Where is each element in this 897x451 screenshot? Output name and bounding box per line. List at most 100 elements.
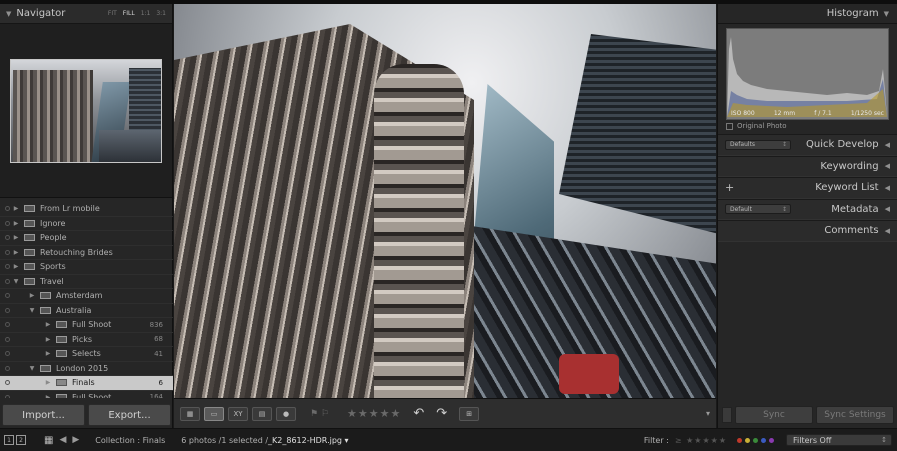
folder-row[interactable]: ▶ Full Shoot 836 [0, 318, 173, 333]
collapsed-triangle-icon[interactable]: ◀ [885, 162, 890, 170]
crop-overlay-button[interactable]: ⊞ [459, 406, 480, 421]
grid-icon[interactable]: ▦ [44, 435, 53, 446]
filename-label[interactable]: _K2_8612-HDR.jpg [268, 436, 342, 445]
preset-select[interactable]: Default [725, 204, 791, 215]
folder-row[interactable]: ▶ Picks 68 [0, 333, 173, 347]
zoom-fill[interactable]: FILL [123, 10, 135, 17]
folder-label: London 2015 [56, 363, 109, 373]
folder-row[interactable]: ▶ Full Shoot 164 [0, 391, 173, 398]
screen-2-button[interactable]: 2 [16, 435, 26, 445]
folder-label: Ignore [40, 218, 66, 228]
panel-section-quick-develop[interactable]: Defaults Quick Develop ◀ [718, 134, 897, 156]
navigator-header[interactable]: ▼ Navigator FIT FILL 1:1 3:1 [0, 4, 172, 24]
sync-button[interactable]: Sync [735, 406, 813, 424]
folder-label: From Lr mobile [40, 204, 100, 214]
collapse-triangle-icon: ▼ [883, 9, 889, 18]
folder-dot-icon [5, 264, 10, 270]
collapsed-triangle-icon[interactable]: ▶ [44, 350, 52, 357]
yellow-label-dot[interactable] [745, 437, 750, 443]
collection-label[interactable]: Collection : Finals [95, 436, 165, 445]
forward-arrow-icon[interactable]: ▶ [72, 435, 79, 445]
folder-row[interactable]: ▶ From Lr mobile [0, 202, 173, 217]
filters-off-dropdown[interactable]: Filters Off [786, 434, 892, 446]
folder-row[interactable]: ▶ Ignore [0, 217, 173, 231]
collapsed-triangle-icon[interactable]: ▶ [44, 379, 52, 386]
zoom-1-1[interactable]: 1:1 [141, 10, 151, 17]
zoom-3-1[interactable]: 3:1 [156, 10, 166, 17]
blue-label-dot[interactable] [761, 437, 766, 443]
grid-view-button[interactable]: ▦ [180, 406, 200, 421]
folder-label: Finals [72, 378, 95, 388]
collapsed-triangle-icon[interactable]: ▶ [28, 292, 36, 299]
panel-section-keyword-list[interactable]: + Keyword List ◀ [718, 177, 897, 199]
panel-section-comments[interactable]: Comments ◀ [718, 220, 897, 242]
collapsed-triangle-icon[interactable]: ▶ [12, 263, 20, 270]
section-label: Comments [824, 225, 879, 237]
original-photo-toggle[interactable]: Original Photo [726, 122, 889, 130]
sync-toggle-switch[interactable] [722, 407, 732, 423]
navigator-thumbnail[interactable] [10, 58, 162, 163]
people-view-button[interactable]: ● [276, 406, 296, 421]
purple-label-dot[interactable] [769, 437, 774, 443]
original-photo-checkbox[interactable] [726, 122, 733, 130]
collapsed-triangle-icon[interactable]: ◀ [885, 205, 890, 213]
collapsed-triangle-icon[interactable]: ◀ [885, 184, 890, 192]
folder-icon [56, 335, 67, 343]
histogram-header[interactable]: Histogram ▼ [718, 4, 897, 24]
panel-section-metadata[interactable]: Default Metadata ◀ [718, 198, 897, 220]
expanded-triangle-icon[interactable]: ▼ [28, 307, 36, 314]
panel-section-keywording[interactable]: Keywording ◀ [718, 155, 897, 177]
folder-row[interactable]: ▶ Amsterdam [0, 289, 173, 304]
color-label-filters[interactable] [737, 437, 774, 443]
collapsed-triangle-icon[interactable]: ▶ [44, 321, 52, 328]
folder-row[interactable]: ▶ People [0, 231, 173, 246]
folder-row[interactable]: ▶ Sports [0, 260, 173, 275]
expanded-triangle-icon[interactable]: ▼ [28, 365, 36, 372]
collapsed-triangle-icon[interactable]: ▶ [44, 394, 52, 398]
rotate-left-icon[interactable]: ↶ [413, 406, 424, 421]
folder-label: Full Shoot [72, 392, 112, 398]
folder-dot-icon [5, 249, 10, 255]
collapsed-triangle-icon[interactable]: ▶ [12, 249, 20, 256]
import-button[interactable]: Import... [2, 404, 85, 426]
filter-stars[interactable]: ≥ ★★★★★ [675, 436, 727, 445]
flag-icons[interactable]: ⚑ ⚐ [310, 409, 329, 419]
sync-settings-button[interactable]: Sync Settings [816, 406, 894, 424]
folder-dot-icon [5, 365, 10, 371]
expanded-triangle-icon[interactable]: ▼ [12, 278, 20, 285]
folder-row[interactable]: ▼ Travel [0, 275, 173, 289]
collapsed-triangle-icon[interactable]: ◀ [885, 141, 890, 149]
red-label-dot[interactable] [737, 437, 742, 443]
folder-icon [24, 263, 35, 271]
folder-row[interactable]: ▼ Australia [0, 304, 173, 318]
folder-row[interactable]: ▶ Retouching Brides [0, 246, 173, 260]
folder-row[interactable]: ▼ London 2015 [0, 362, 173, 376]
collapsed-triangle-icon[interactable]: ▶ [44, 336, 52, 343]
collapsed-triangle-icon[interactable]: ▶ [12, 234, 20, 241]
back-arrow-icon[interactable]: ◀ [59, 435, 66, 445]
navigator-preview[interactable] [0, 24, 172, 198]
preset-select[interactable]: Defaults [725, 139, 791, 150]
main-photo[interactable] [174, 4, 716, 398]
filename-dropdown-icon[interactable]: ▾ [342, 436, 349, 445]
folders-panel: ▶ From Lr mobile ▶ Ignore ▶ People ▶ Retouching… [0, 202, 173, 398]
compare-view-button[interactable]: XY [228, 406, 248, 421]
add-keyword-icon[interactable]: + [725, 181, 734, 194]
star-rating[interactable]: ★★★★★ [347, 407, 401, 420]
folder-row[interactable]: ▶ Finals 6 [0, 376, 173, 391]
collapsed-triangle-icon[interactable]: ▶ [12, 205, 20, 212]
screen-1-button[interactable]: 1 [4, 435, 14, 445]
folder-icon [56, 350, 67, 358]
collapsed-triangle-icon[interactable]: ▶ [12, 220, 20, 227]
section-label: Keyword List [815, 182, 879, 194]
collapsed-triangle-icon[interactable]: ◀ [885, 227, 890, 235]
zoom-fit[interactable]: FIT [108, 10, 117, 17]
toolbar-menu-icon[interactable]: ▾ [706, 409, 710, 418]
survey-view-button[interactable]: ▤ [252, 406, 272, 421]
loupe-view-button[interactable]: ▭ [204, 406, 224, 421]
folder-row[interactable]: ▶ Selects 41 [0, 347, 173, 362]
green-label-dot[interactable] [753, 437, 758, 443]
navigator-title: Navigator [16, 8, 66, 19]
export-button[interactable]: Export... [88, 404, 171, 426]
rotate-right-icon[interactable]: ↷ [436, 406, 447, 421]
